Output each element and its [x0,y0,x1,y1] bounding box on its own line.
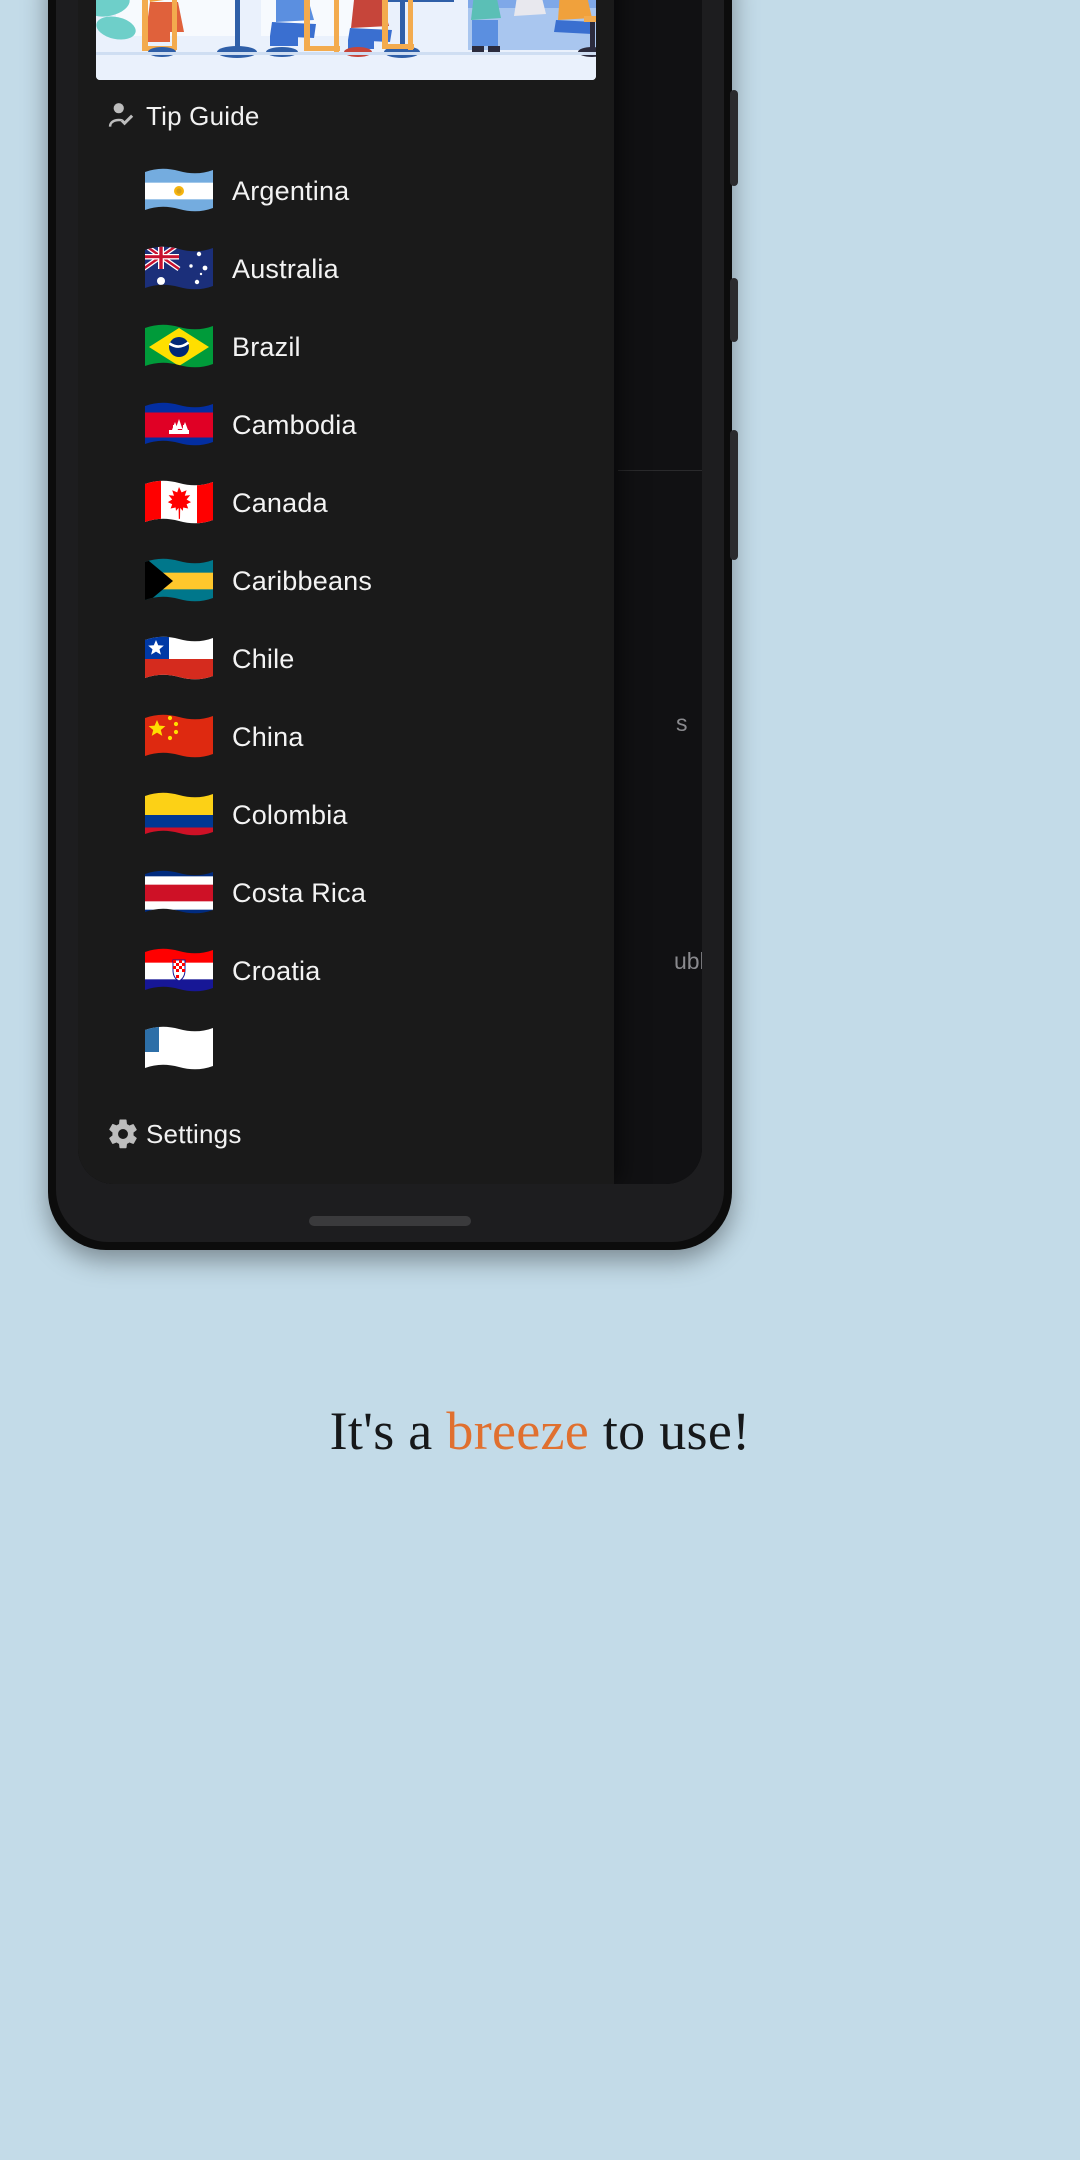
country-name: Chile [232,643,295,674]
country-list-item[interactable]: Costa Rica [78,854,614,932]
country-name: Canada [232,487,328,518]
bg-text-fragment-two: ublic [674,948,702,974]
country-name: Cambodia [232,409,357,440]
caption-prefix: It's a [329,1401,447,1461]
sidebar-item-label: Tip Guide [146,100,260,131]
country-name: China [232,721,304,752]
flag-partial-cut-off-icon [140,1024,218,1074]
person-check-icon [100,99,146,133]
country-list-item[interactable]: Cambodia [78,386,614,464]
caption-accent-word: breeze [446,1401,590,1461]
country-name: Costa Rica [232,877,367,908]
bg-divider [618,470,702,471]
phone-side-button-middle [730,278,738,342]
country-list-item[interactable] [78,1010,614,1088]
sidebar-item-label: Settings [146,1118,242,1149]
phone-frame-inner: s ublic [56,0,724,1242]
flag-costa-rica-icon [140,868,218,918]
sidebar-item-settings[interactable]: Settings [78,1098,614,1170]
phone-side-button-bottom [730,430,738,560]
sidebar-item-tip-guide[interactable]: Tip Guide [78,80,614,152]
gear-icon [100,1117,146,1151]
flag-cambodia-icon [140,400,218,450]
flag-australia-icon [140,244,218,294]
country-list-item[interactable]: Australia [78,230,614,308]
country-name: Argentina [232,175,350,206]
promo-caption: It's a breeze to use! [0,1400,1080,1462]
bg-text-fragment-one: s [676,710,688,736]
country-list-item[interactable]: Colombia [78,776,614,854]
flag-croatia-icon [140,946,218,996]
flag-canada-icon [140,478,218,528]
drawer-footer: Settings [78,1098,614,1184]
flag-brazil-icon [140,322,218,372]
country-list-item[interactable]: Brazil [78,308,614,386]
country-list-item[interactable]: Canada [78,464,614,542]
phone-device-mockup: s ublic [48,0,738,1250]
navigation-drawer: Tip Guide Argentina Australia Brazil Cam… [78,0,614,1184]
country-list-item[interactable]: Chile [78,620,614,698]
flag-colombia-icon [140,790,218,840]
country-name: Croatia [232,955,321,986]
home-indicator [309,1216,471,1226]
country-name: Colombia [232,799,348,830]
phone-screen: s ublic [78,0,702,1184]
country-name: Caribbeans [232,565,373,596]
country-name: Australia [232,253,339,284]
country-name: Brazil [232,331,301,362]
flag-chile-icon [140,634,218,684]
phone-side-button-top [730,90,738,186]
flag-bahamas-icon [140,556,218,606]
country-list[interactable]: Argentina Australia Brazil Cambodia Cana… [78,152,614,1098]
country-list-item[interactable]: China [78,698,614,776]
country-list-item[interactable]: Caribbeans [78,542,614,620]
flag-china-icon [140,712,218,762]
flag-argentina-icon [140,166,218,216]
drawer-header-illustration [96,0,596,80]
country-list-item[interactable]: Croatia [78,932,614,1010]
caption-suffix: to use! [589,1401,751,1461]
country-list-item[interactable]: Argentina [78,152,614,230]
